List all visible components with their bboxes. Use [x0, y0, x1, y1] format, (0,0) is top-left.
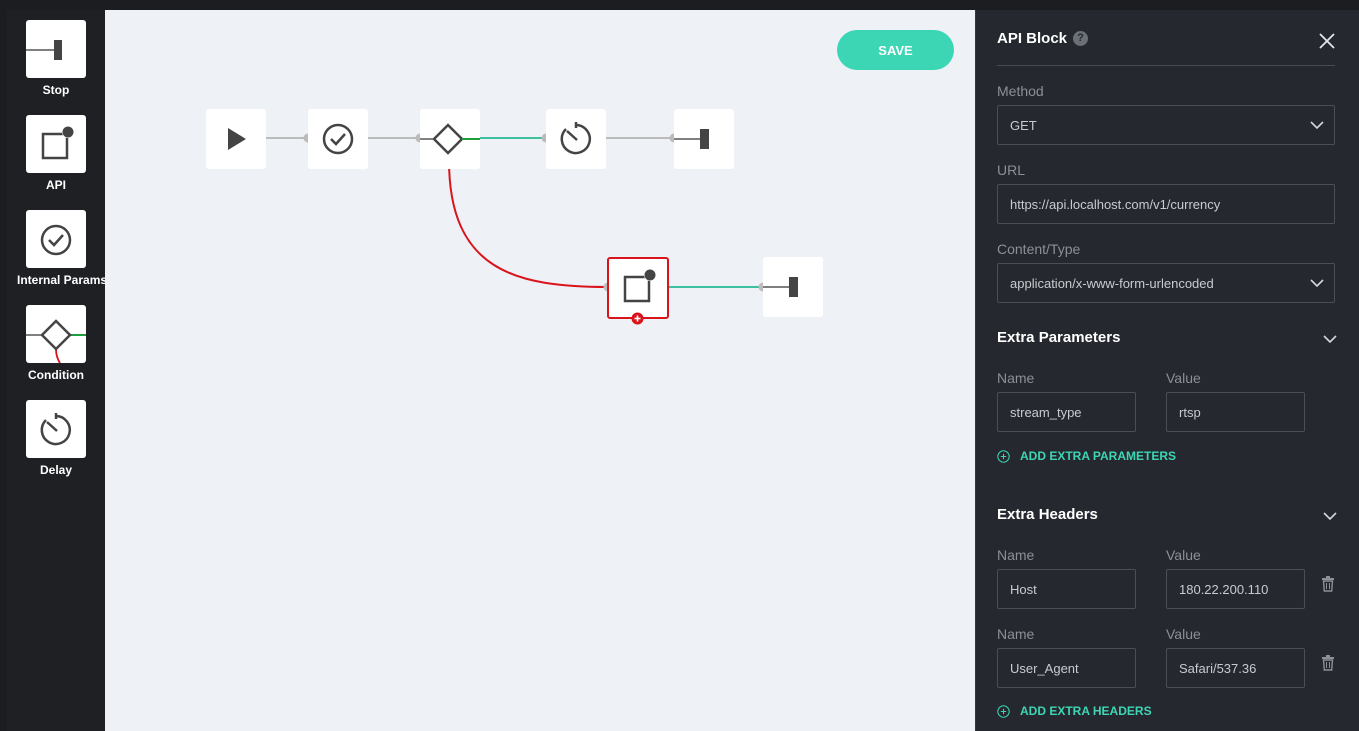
param-name-value: stream_type [1010, 404, 1082, 420]
node-internal-params[interactable] [308, 109, 368, 169]
add-extra-headers-button[interactable]: ADD EXTRA HEADERS [997, 704, 1152, 718]
param-value-label: Value [1166, 370, 1201, 386]
node-stop[interactable] [674, 109, 734, 169]
api-block-panel: API Block ? Method GET URL https://api.l… [975, 10, 1359, 731]
method-label: Method [997, 83, 1044, 99]
plus-circle-icon [997, 449, 1010, 463]
param-value-input[interactable]: rtsp [1166, 392, 1305, 432]
param-value-value: rtsp [1179, 404, 1201, 420]
chevron-down-icon[interactable] [1322, 333, 1338, 345]
param-name-input[interactable]: stream_type [997, 392, 1136, 432]
plus-circle-icon [997, 704, 1010, 718]
block-palette: Stop API Internal Params Condition Delay [7, 10, 108, 731]
stop-icon [674, 129, 709, 149]
content-type-value: application/x-www-form-urlencoded [1010, 275, 1214, 291]
header-name-value: User_Agent [1010, 660, 1079, 676]
play-icon [228, 128, 246, 150]
header-value-value: 180.22.200.110 [1179, 581, 1269, 597]
header-value-input[interactable]: 180.22.200.110 [1166, 569, 1305, 609]
chevron-down-icon[interactable] [1322, 510, 1338, 522]
node-condition[interactable] [420, 109, 480, 169]
flow-editor: Stop API Internal Params Condition Delay [0, 0, 1359, 731]
save-button[interactable]: SAVE [837, 30, 954, 70]
header-value-value: Safari/537.36 [1179, 660, 1257, 676]
chevron-down-icon [1310, 279, 1324, 288]
node-stop-2[interactable] [763, 257, 823, 317]
trash-icon[interactable] [1321, 576, 1335, 592]
header-value-label: Value [1166, 626, 1201, 642]
palette-label: Internal Params [17, 273, 108, 287]
header-name-label: Name [997, 547, 1035, 563]
stop-icon[interactable] [26, 20, 86, 78]
add-extra-parameters-button[interactable]: ADD EXTRA PARAMETERS [997, 449, 1176, 463]
api-icon [623, 269, 656, 303]
palette-label: Delay [39, 463, 73, 477]
palette-label: Condition [28, 368, 84, 382]
header-value-input[interactable]: Safari/537.36 [1166, 648, 1305, 688]
palette-label: API [45, 178, 66, 192]
api-icon[interactable] [26, 115, 86, 173]
chevron-down-icon [1310, 121, 1324, 130]
flow-canvas[interactable]: SAVE [105, 10, 975, 731]
check-circle-icon [322, 123, 354, 155]
method-select[interactable]: GET [997, 105, 1335, 145]
extra-parameters-title: Extra Parameters [997, 329, 1121, 346]
header-name-input[interactable]: Host [997, 569, 1136, 609]
header-name-label: Name [997, 626, 1035, 642]
timer-icon [560, 122, 592, 155]
content-type-select[interactable]: application/x-www-form-urlencoded [997, 263, 1335, 303]
node-api-selected[interactable] [607, 257, 669, 325]
url-value: https://api.localhost.com/v1/currency [1010, 196, 1221, 212]
edge-failure [448, 159, 609, 288]
diamond-icon[interactable] [26, 305, 86, 364]
method-value: GET [1010, 117, 1037, 133]
header-value-label: Value [1166, 547, 1201, 563]
url-label: URL [997, 162, 1026, 178]
add-node-icon[interactable] [631, 312, 644, 325]
add-extra-headers-label: ADD EXTRA HEADERS [1020, 704, 1152, 718]
palette-label: Stop [42, 83, 70, 97]
trash-icon[interactable] [1321, 655, 1335, 671]
extra-headers-title: Extra Headers [997, 506, 1098, 523]
url-input[interactable]: https://api.localhost.com/v1/currency [997, 184, 1335, 224]
add-extra-parameters-label: ADD EXTRA PARAMETERS [1020, 449, 1177, 463]
panel-title: API Block [997, 30, 1068, 47]
param-name-label: Name [997, 370, 1035, 386]
diamond-icon [420, 123, 480, 155]
stop-icon [763, 277, 798, 297]
close-icon[interactable] [1316, 30, 1338, 52]
content-type-label: Content/Type [997, 241, 1081, 257]
check-circle-icon[interactable] [26, 210, 86, 268]
node-delay[interactable] [546, 109, 606, 169]
header-name-input[interactable]: User_Agent [997, 648, 1136, 688]
timer-icon[interactable] [26, 400, 86, 458]
divider [997, 65, 1335, 66]
help-icon[interactable]: ? [1073, 31, 1088, 46]
header-name-value: Host [1010, 581, 1037, 597]
node-start[interactable] [206, 109, 266, 169]
